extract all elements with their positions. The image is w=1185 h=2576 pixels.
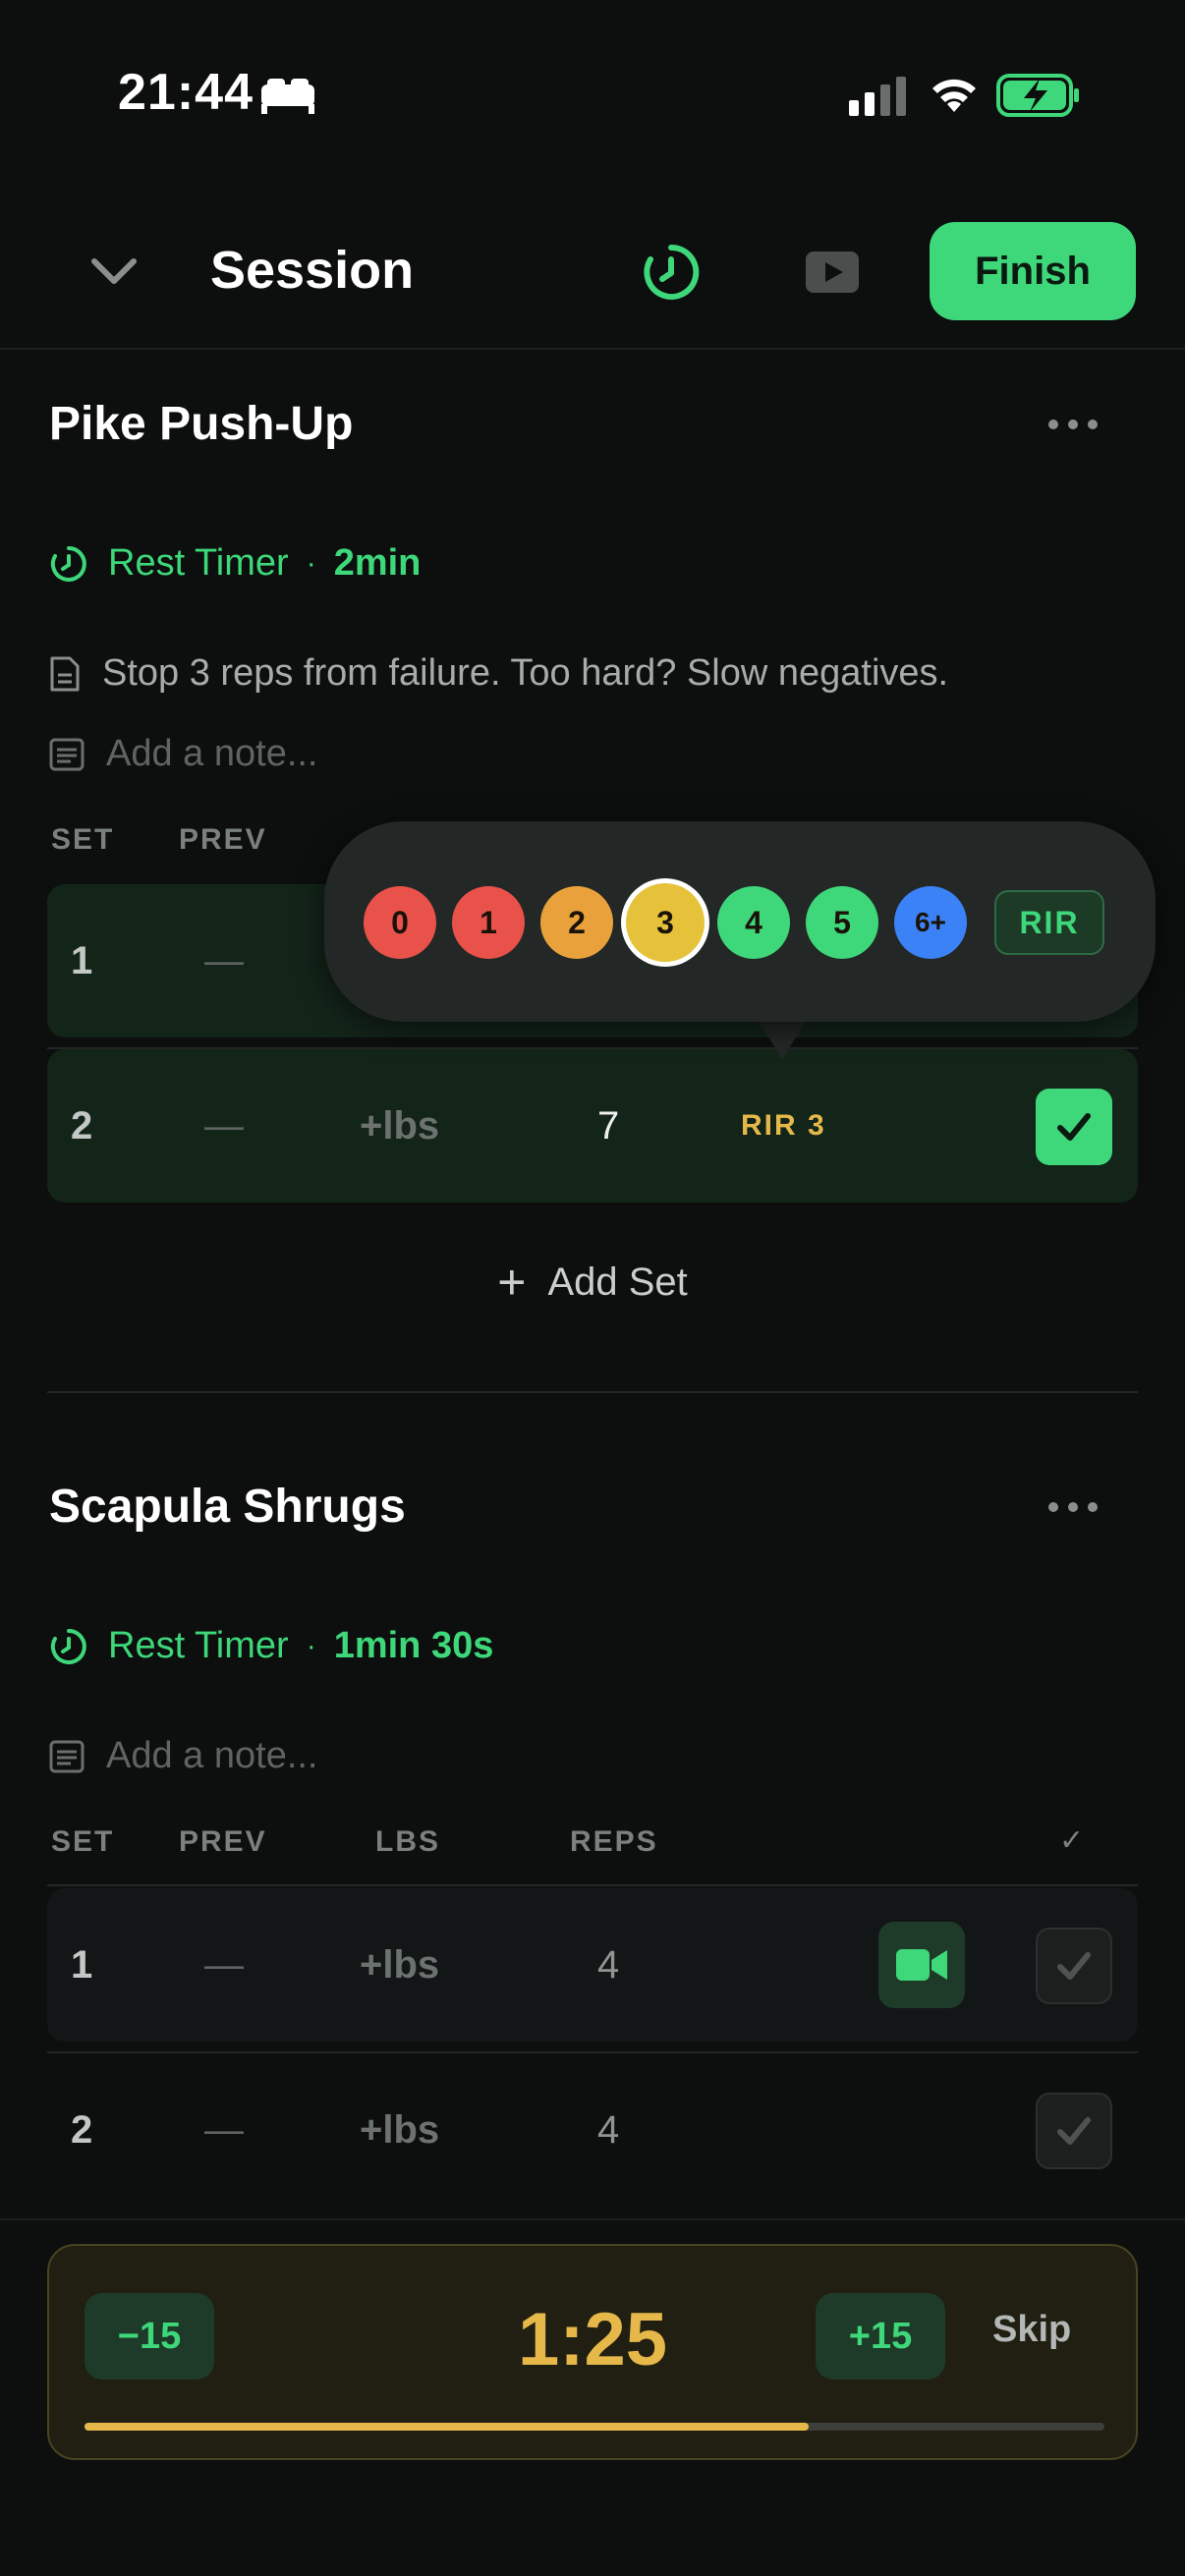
rir-mode-label[interactable]: RIR: [994, 890, 1104, 955]
battery-charging-icon: [996, 74, 1079, 117]
set-number: 2: [71, 1103, 93, 1148]
exercise-note: Stop 3 reps from failure. Too hard? Slow…: [49, 652, 948, 695]
table-row: 1 — +lbs 4: [47, 1888, 1138, 2042]
weight-input[interactable]: +lbs: [360, 1049, 439, 1203]
rest-progress-track: [85, 2423, 1104, 2431]
checkmark-icon: [1057, 1952, 1091, 1980]
page-title: Session: [210, 241, 415, 300]
exercise-title: Scapula Shrugs: [49, 1481, 406, 1533]
cellular-signal-icon: [849, 77, 906, 116]
rest-progress-fill: [85, 2423, 809, 2431]
add-15-button[interactable]: +15: [816, 2293, 945, 2380]
rest-timer-separator: ·: [306, 546, 316, 580]
add-note-placeholder: Add a note...: [106, 1735, 318, 1776]
reps-input[interactable]: 7: [597, 1049, 619, 1203]
rir-option-1[interactable]: 1: [452, 886, 525, 959]
rest-timer-label: Rest Timer: [108, 542, 289, 584]
add-set-button[interactable]: + Add Set: [0, 1254, 1185, 1311]
video-camera-icon: [896, 1949, 947, 1981]
rest-timer-panel: −15 1:25 +15 Skip: [47, 2244, 1138, 2460]
rest-timer-icon[interactable]: [639, 240, 704, 305]
column-header-set: SET: [51, 823, 115, 856]
add-note-placeholder: Add a note...: [106, 733, 318, 774]
rest-timer-value: 2min: [333, 542, 422, 584]
previous-value: —: [204, 1103, 244, 1148]
memo-icon: [49, 738, 85, 770]
column-header-set: SET: [51, 1825, 115, 1858]
section-divider: [47, 1391, 1138, 1393]
rest-timer-row[interactable]: Rest Timer · 1min 30s: [49, 1625, 493, 1667]
bottom-divider: [0, 2218, 1185, 2220]
clock-icon: [50, 1628, 86, 1664]
reps-input[interactable]: 4: [597, 2053, 619, 2207]
checkmark-icon: [1057, 1113, 1091, 1141]
rest-timer-row[interactable]: Rest Timer · 2min: [49, 542, 421, 585]
collapse-chevron-icon[interactable]: [83, 240, 145, 303]
memo-icon: [49, 1740, 85, 1772]
clock-icon: [50, 545, 86, 582]
rir-option-3[interactable]: 3: [626, 883, 705, 962]
rir-badge[interactable]: RIR 3: [741, 1049, 826, 1203]
add-note-field[interactable]: Add a note...: [49, 733, 318, 775]
rir-option-5[interactable]: 5: [806, 886, 878, 959]
exercise-title: Pike Push-Up: [49, 398, 354, 450]
set-complete-checkbox[interactable]: [1036, 1089, 1112, 1165]
finish-button[interactable]: Finish: [930, 222, 1136, 320]
set-complete-checkbox[interactable]: [1036, 2093, 1112, 2169]
rir-option-2[interactable]: 2: [540, 886, 613, 959]
document-icon: [50, 656, 80, 691]
header-divider: [0, 348, 1185, 350]
column-header-reps: REPS: [570, 1825, 658, 1858]
play-video-icon[interactable]: [804, 248, 861, 297]
note-text: Stop 3 reps from failure. Too hard? Slow…: [102, 652, 949, 694]
checkmark-icon: [1057, 2117, 1091, 2145]
wifi-icon: [932, 79, 976, 112]
add-note-field[interactable]: Add a note...: [49, 1735, 318, 1777]
subtract-15-button[interactable]: −15: [85, 2293, 214, 2380]
table-row: 2 — +lbs 4: [47, 2053, 1138, 2207]
rest-timer-value: 1min 30s: [333, 1625, 494, 1666]
row-divider: [47, 1884, 1138, 1886]
status-time: 21:44: [118, 64, 254, 121]
skip-button[interactable]: Skip: [992, 2309, 1071, 2351]
set-number: 2: [71, 2107, 93, 2152]
previous-value: —: [204, 1942, 244, 1987]
column-header-lbs: LBS: [375, 1825, 440, 1858]
reps-input[interactable]: 4: [597, 1888, 619, 2042]
set-number: 1: [71, 938, 93, 982]
weight-input[interactable]: +lbs: [360, 2053, 439, 2207]
rir-option-6-plus[interactable]: 6+: [894, 886, 967, 959]
table-row: 2 — +lbs 7 RIR 3: [47, 1049, 1138, 1203]
more-options-icon[interactable]: [1045, 415, 1100, 434]
set-number: 1: [71, 1942, 93, 1987]
weight-input[interactable]: +lbs: [360, 1888, 439, 2042]
plus-icon: +: [497, 1255, 527, 1310]
bed-icon: [261, 79, 314, 114]
more-options-icon[interactable]: [1045, 1497, 1100, 1517]
column-header-prev: PREV: [179, 1825, 267, 1858]
column-header-check: ✓: [1059, 1824, 1087, 1857]
rir-option-0[interactable]: 0: [364, 886, 436, 959]
set-complete-checkbox[interactable]: [1036, 1928, 1112, 2004]
rir-option-4[interactable]: 4: [717, 886, 790, 959]
rest-timer-separator: ·: [306, 1629, 316, 1662]
record-video-button[interactable]: [878, 1922, 965, 2008]
column-header-prev: PREV: [179, 823, 267, 856]
add-set-label: Add Set: [547, 1260, 688, 1304]
rest-timer-label: Rest Timer: [108, 1625, 289, 1666]
rir-picker-popover: 0 1 2 3 4 5 6+ RIR: [324, 821, 1156, 1022]
previous-value: —: [204, 2107, 244, 2152]
previous-value: —: [204, 938, 244, 982]
